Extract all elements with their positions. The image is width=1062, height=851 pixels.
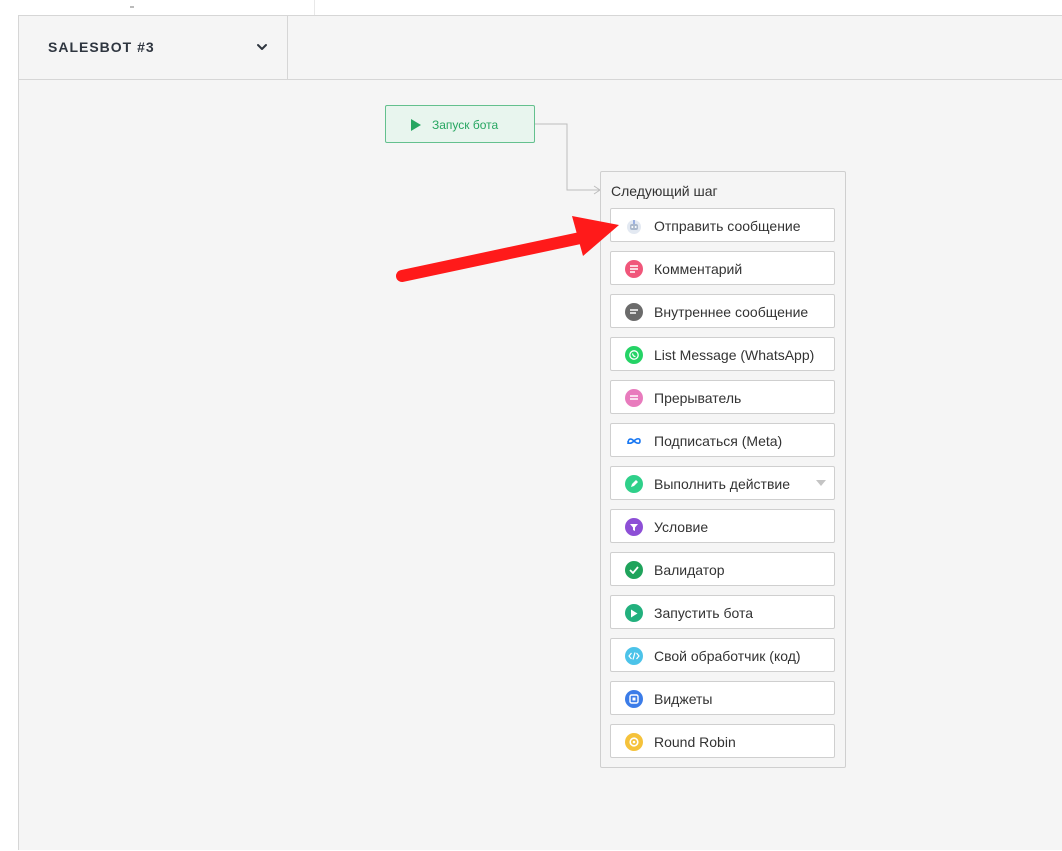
option-label: Виджеты xyxy=(654,691,713,707)
flow-canvas[interactable]: Запуск бота Следующий шаг Отправить сооб… xyxy=(19,80,1062,851)
play-icon xyxy=(625,604,643,622)
option-label: Round Robin xyxy=(654,734,736,750)
option-validator[interactable]: Валидатор xyxy=(610,552,835,586)
check-icon xyxy=(625,561,643,579)
option-label: Внутреннее сообщение xyxy=(654,304,809,320)
top-divider xyxy=(314,0,315,15)
start-bot-node[interactable]: Запуск бота xyxy=(385,105,535,143)
pencil-icon xyxy=(625,475,643,493)
internal-message-icon xyxy=(625,303,643,321)
bot-selector[interactable]: SALESBOT #3 xyxy=(19,16,288,79)
option-label: List Message (WhatsApp) xyxy=(654,347,815,363)
option-label: Выполнить действие xyxy=(654,476,791,492)
option-list-message-whatsapp[interactable]: List Message (WhatsApp) xyxy=(610,337,835,371)
round-robin-icon xyxy=(625,733,643,751)
option-label: Свой обработчик (код) xyxy=(654,648,801,664)
next-step-title: Следующий шаг xyxy=(611,183,718,199)
option-perform-action[interactable]: Выполнить действие xyxy=(610,466,835,500)
option-widgets[interactable]: Виджеты xyxy=(610,681,835,715)
option-label: Запустить бота xyxy=(654,605,754,621)
option-subscribe-meta[interactable]: Подписаться (Meta) xyxy=(610,423,835,457)
comment-icon xyxy=(625,260,643,278)
chevron-down-icon xyxy=(257,44,267,50)
flow-connector xyxy=(535,123,601,195)
meta-icon xyxy=(625,432,643,450)
option-label: Отправить сообщение xyxy=(654,218,801,234)
option-comment[interactable]: Комментарий xyxy=(610,251,835,285)
option-round-robin[interactable]: Round Robin xyxy=(610,724,835,758)
top-tick xyxy=(130,6,134,8)
option-breaker[interactable]: Прерыватель xyxy=(610,380,835,414)
play-icon xyxy=(411,119,421,131)
bot-editor-panel: SALESBOT #3 Запуск бота Следующий шаг От… xyxy=(18,15,1062,850)
code-icon xyxy=(625,647,643,665)
whatsapp-icon xyxy=(625,346,643,364)
next-step-panel: Следующий шаг Отправить сообщение Коммен xyxy=(600,171,846,768)
option-custom-handler-code[interactable]: Свой обработчик (код) xyxy=(610,638,835,672)
robot-icon xyxy=(625,217,643,235)
chevron-down-icon[interactable] xyxy=(816,480,826,486)
option-launch-bot[interactable]: Запустить бота xyxy=(610,595,835,629)
bot-name: SALESBOT #3 xyxy=(48,39,155,55)
widget-icon xyxy=(625,690,643,708)
top-strip xyxy=(0,0,1062,15)
option-condition[interactable]: Условие xyxy=(610,509,835,543)
option-send-message[interactable]: Отправить сообщение xyxy=(610,208,835,242)
left-strip xyxy=(0,0,18,850)
option-label: Комментарий xyxy=(654,261,743,277)
option-internal-message[interactable]: Внутреннее сообщение xyxy=(610,294,835,328)
option-label: Валидатор xyxy=(654,562,725,578)
option-label: Подписаться (Meta) xyxy=(654,433,783,449)
start-node-label: Запуск бота xyxy=(432,118,499,132)
filter-icon xyxy=(625,518,643,536)
breaker-icon xyxy=(625,389,643,407)
option-label: Прерыватель xyxy=(654,390,742,406)
editor-header: SALESBOT #3 xyxy=(19,16,1062,80)
option-label: Условие xyxy=(654,519,709,535)
